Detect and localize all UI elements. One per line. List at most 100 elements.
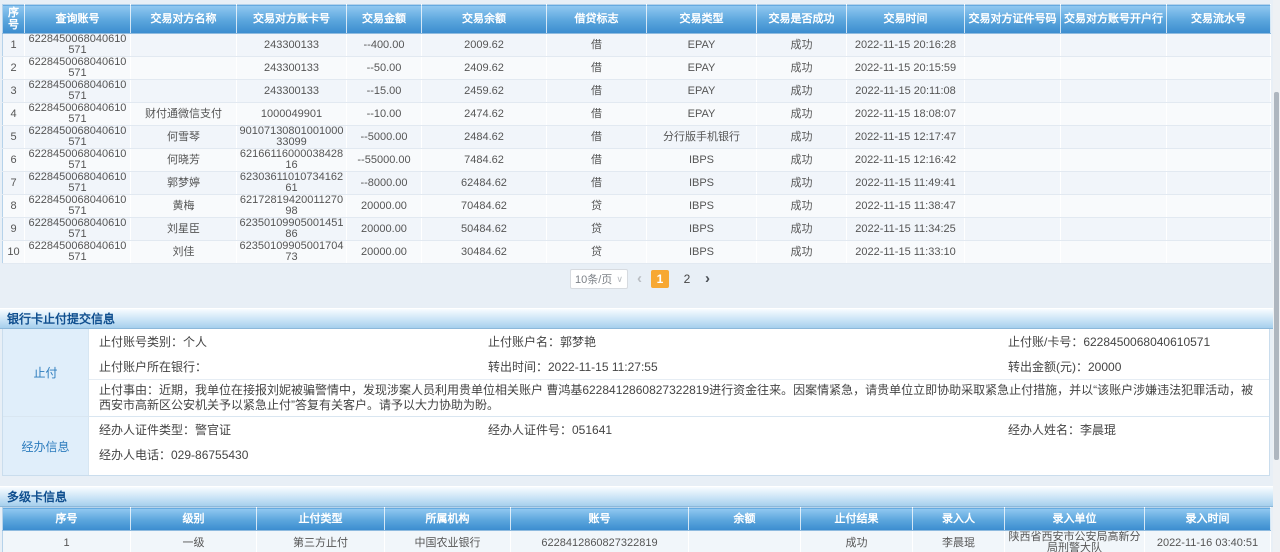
cell: 成功 [757,172,847,195]
cell: 6228450068040610571 [25,218,131,241]
field-stop-account-name: 止付账户名：郭梦艳 [488,333,1008,350]
cell: 10 [3,241,25,264]
table-row: 1一级第三方止付中国农业银行6228412860827322819成功李晨琨陕西… [3,531,1271,552]
agent-info-group: 经办信息 经办人证件类型：警官证 经办人证件号：051641 经办人姓名：李晨琨… [3,416,1269,475]
cell [965,34,1061,57]
cell: EPAY [647,57,757,80]
pagination: 10条/页 ∨ ‹ 1 2 › [0,264,1280,294]
chevron-down-icon: ∨ [616,274,623,285]
cell: 6235010990500170473 [237,241,347,264]
column-header: 所属机构 [385,508,511,531]
cell: 借 [547,172,647,195]
cell [1061,218,1167,241]
cell: 2 [3,57,25,80]
scrollbar-thumb[interactable] [1274,92,1279,460]
column-header: 交易对方名称 [131,5,237,34]
table-row: 106228450068040610571刘佳62350109905001704… [3,241,1271,264]
cell: 6228450068040610571 [25,57,131,80]
page-size-value: 10条/页 [575,271,612,287]
next-page-button[interactable]: › [705,270,710,288]
cell: 6228450068040610571 [25,34,131,57]
cell [965,241,1061,264]
cell: 财付通微信支付 [131,103,237,126]
cell [1061,172,1167,195]
page-size-select[interactable]: 10条/页 ∨ [570,269,628,289]
field-stop-card-number: 止付账/卡号：6228450068040610571 [1008,333,1269,350]
cell: 6228450068040610571 [25,80,131,103]
cell [1167,218,1271,241]
cell [1167,195,1271,218]
cell: 2022-11-15 11:33:10 [847,241,965,264]
cell: 贷 [547,218,647,241]
cell: 2009.62 [422,34,547,57]
cell: 成功 [757,241,847,264]
cell: 2022-11-15 12:16:42 [847,149,965,172]
vertical-scrollbar[interactable] [1273,0,1280,552]
column-header: 交易对方证件号码 [965,5,1061,34]
cell: 6228450068040610571 [25,103,131,126]
column-header: 交易时间 [847,5,965,34]
cell: 成功 [801,531,913,552]
column-header: 交易流水号 [1167,5,1271,34]
cell: 6228450068040610571 [25,241,131,264]
cell [1061,80,1167,103]
cell [1167,103,1271,126]
cell: 20000.00 [347,241,422,264]
cell [965,149,1061,172]
prev-page-button[interactable]: ‹ [637,270,642,288]
field-transfer-time: 转出时间：2022-11-15 11:27:55 [488,358,1008,375]
cell: IBPS [647,172,757,195]
cell: --55000.00 [347,149,422,172]
section-title-multi-card: 多级卡信息 [0,486,1280,507]
page-button-2[interactable]: 2 [678,270,696,288]
cell [689,531,801,552]
cell [131,80,237,103]
cell: 第三方止付 [257,531,385,552]
cell: 成功 [757,218,847,241]
cell: --15.00 [347,80,422,103]
field-stop-account-bank: 止付账户所在银行： [99,358,488,375]
transactions-table: 序号查询账号交易对方名称交易对方账卡号交易金额交易余额借贷标志交易类型交易是否成… [2,4,1271,264]
cell: 7 [3,172,25,195]
cell: EPAY [647,103,757,126]
cell: --50.00 [347,57,422,80]
cell: 2022-11-15 20:15:59 [847,57,965,80]
stop-fields-row-2: 止付账户所在银行： 转出时间：2022-11-15 11:27:55 转出金额(… [89,354,1269,379]
cell: --400.00 [347,34,422,57]
cell: 刘星臣 [131,218,237,241]
cell: 243300133 [237,57,347,80]
cell: 1 [3,34,25,57]
column-header: 序号 [3,508,131,531]
cell [1061,103,1167,126]
cell: --8000.00 [347,172,422,195]
cell: 成功 [757,195,847,218]
field-stop-account-type: 止付账号类别：个人 [99,333,488,350]
cell: 2459.62 [422,80,547,103]
column-header: 交易金额 [347,5,422,34]
cell: 5 [3,126,25,149]
cell: 何晓芳 [131,149,237,172]
page-button-1[interactable]: 1 [651,270,669,288]
cell: 50484.62 [422,218,547,241]
cell: 陕西省西安市公安局高新分局刑警大队 [1005,531,1145,552]
cell: 中国农业银行 [385,531,511,552]
cell: 黄梅 [131,195,237,218]
cell: 成功 [757,34,847,57]
column-header: 止付结果 [801,508,913,531]
cell: 2022-11-15 11:49:41 [847,172,965,195]
cell: 2474.62 [422,103,547,126]
cell: 1 [3,531,131,552]
cell: 借 [547,149,647,172]
multi-card-header-row: 序号级别止付类型所属机构账号余额止付结果录入人录入单位录入时间 [3,508,1271,531]
table-row: 56228450068040610571何雪琴90107130801001000… [3,126,1271,149]
cell: 贷 [547,241,647,264]
agent-fields-row-2: 经办人电话：029-86755430 [89,442,1269,467]
cell: 30484.62 [422,241,547,264]
cell [1167,34,1271,57]
column-header: 借贷标志 [547,5,647,34]
cell: 郭梦婷 [131,172,237,195]
cell: 7484.62 [422,149,547,172]
cell [1061,195,1167,218]
table-row: 26228450068040610571243300133--50.002409… [3,57,1271,80]
cell: 借 [547,103,647,126]
